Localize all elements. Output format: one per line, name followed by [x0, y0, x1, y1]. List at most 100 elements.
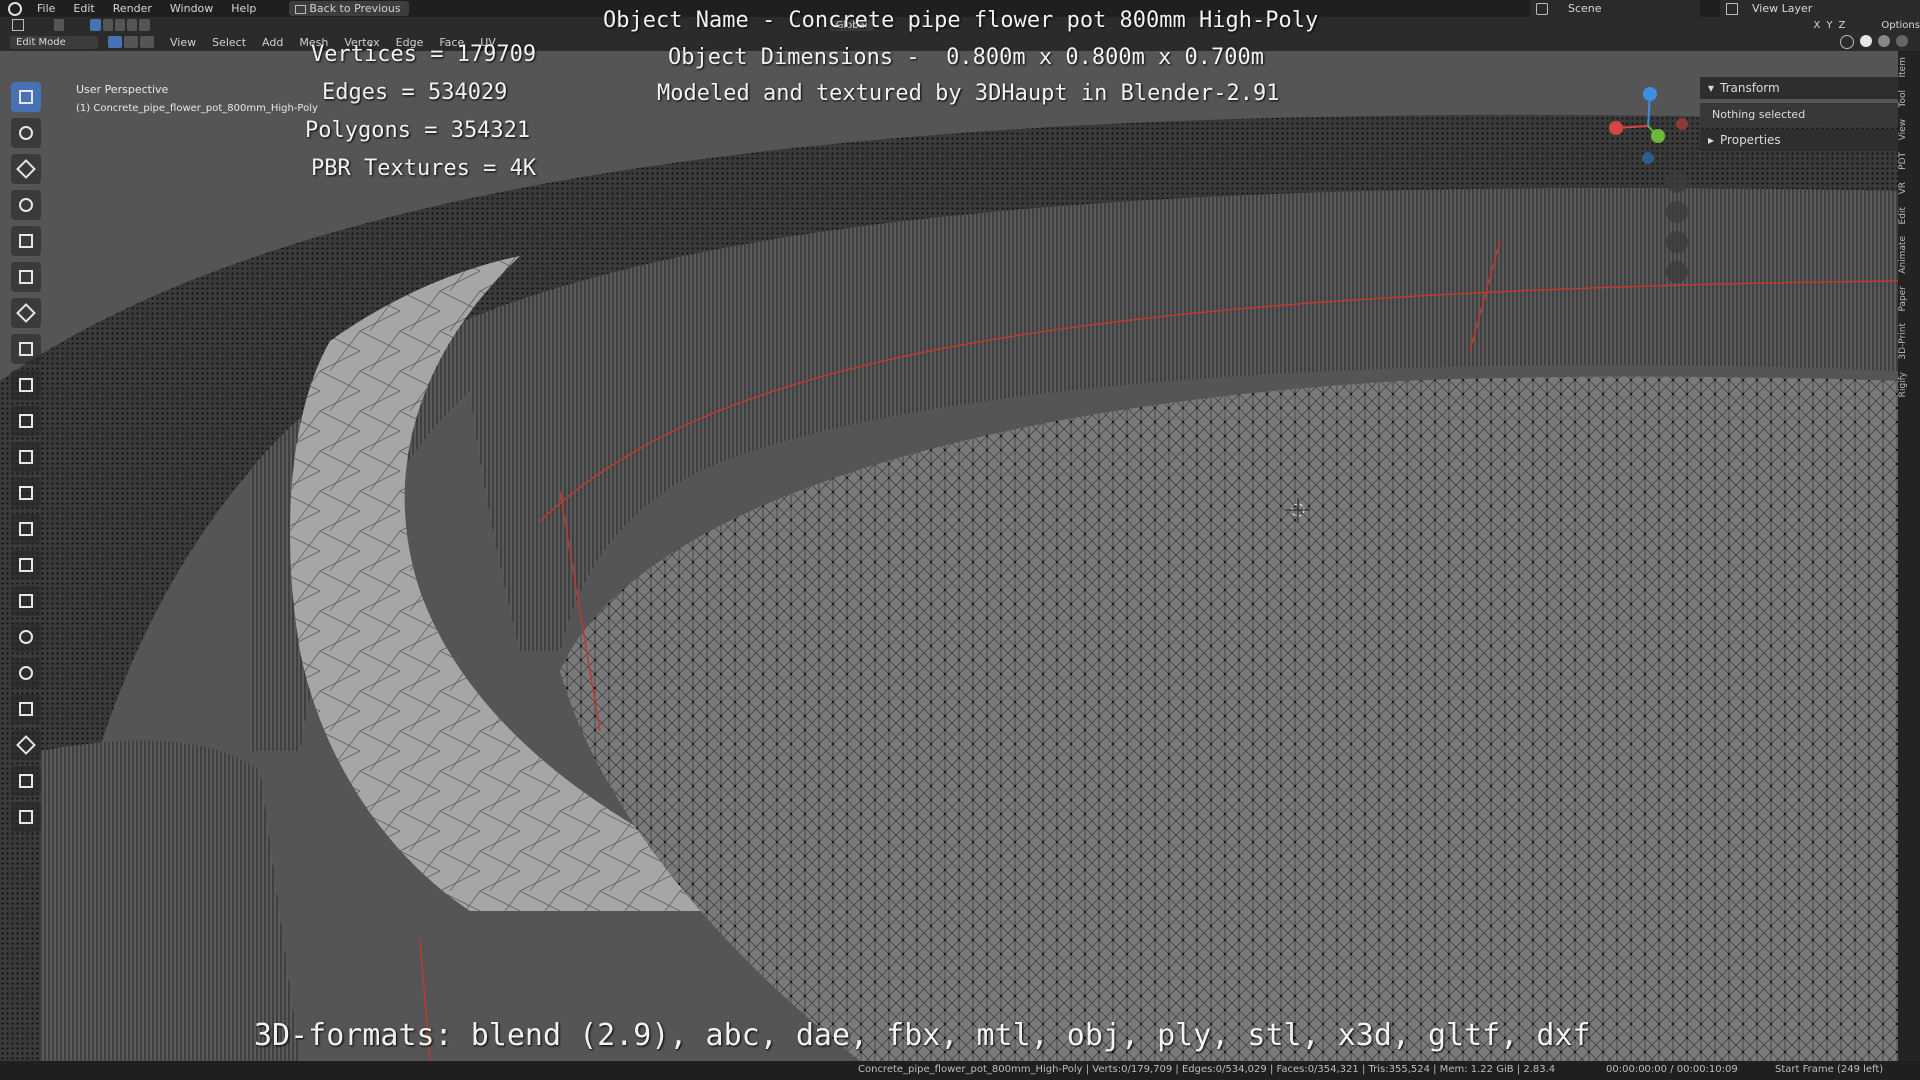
shrink-fatten-icon — [16, 735, 36, 755]
stats-textures: PBR Textures = 4K — [311, 156, 537, 181]
tab-edit[interactable]: Edit — [1898, 201, 1920, 230]
menu-add[interactable]: Add — [254, 36, 291, 49]
bevel-tool[interactable] — [11, 478, 41, 508]
stats-polygons: Polygons = 354321 — [305, 118, 531, 143]
options-dropdown[interactable]: Options — [1881, 20, 1920, 31]
edge-slide-icon — [19, 702, 33, 716]
tab-view[interactable]: View — [1898, 113, 1920, 146]
vertex-select-icon[interactable] — [108, 36, 122, 48]
camera-icon[interactable] — [1666, 231, 1688, 253]
overlay-icons[interactable] — [1840, 35, 1908, 49]
editor-type-icon[interactable] — [12, 19, 25, 31]
properties-label: Properties — [1720, 133, 1781, 147]
tab-rigify[interactable]: Rigify — [1898, 366, 1920, 403]
shading-solid-icon[interactable] — [1860, 35, 1872, 47]
sidebar-properties-panel: ▾ Transform Nothing selected ▸ Propertie… — [1700, 77, 1898, 165]
author-credit-title: Modeled and textured by 3DHaupt in Blend… — [657, 81, 1280, 106]
select-tool-icon[interactable] — [54, 19, 65, 31]
menu-window[interactable]: Window — [161, 2, 222, 15]
shear-tool[interactable] — [11, 766, 41, 796]
poly-build-tool[interactable] — [11, 586, 41, 616]
menu-render[interactable]: Render — [104, 2, 161, 15]
shading-wireframe-icon[interactable] — [1840, 35, 1854, 49]
smooth-tool[interactable] — [11, 658, 41, 688]
select-mode-extend-icon[interactable] — [102, 19, 113, 31]
menu-select[interactable]: Select — [204, 36, 254, 49]
transform-label: Transform — [1720, 81, 1780, 95]
sidebar-tabs: Item Tool View PDT VR Edit Animate Paper… — [1898, 51, 1920, 1061]
tab-animate[interactable]: Animate — [1898, 230, 1920, 280]
annotate-tool[interactable] — [11, 298, 41, 328]
inset-tool[interactable] — [11, 442, 41, 472]
select-mode-subtract-icon[interactable] — [114, 19, 126, 31]
spin-icon — [19, 630, 33, 644]
gizmo-neg-x-icon — [1676, 118, 1688, 130]
tab-item[interactable]: Item — [1898, 51, 1920, 84]
3d-viewport[interactable] — [0, 51, 1898, 1061]
view-layer-selector[interactable]: View Layer — [1720, 0, 1920, 17]
menu-edit[interactable]: Edit — [64, 2, 103, 15]
measure-tool[interactable] — [11, 334, 41, 364]
status-bar: Concrete_pipe_flower_pot_800mm_High-Poly… — [0, 1061, 1920, 1080]
left-toolbar — [8, 82, 44, 838]
stats-edges: Edges = 534029 — [322, 80, 508, 105]
chevron-right-icon: ▸ — [1708, 133, 1715, 147]
shading-material-icon[interactable] — [1878, 35, 1890, 47]
nothing-selected-label: Nothing selected — [1700, 103, 1898, 125]
scene-name: Scene — [1568, 2, 1602, 15]
navigation-gizmo[interactable] — [1606, 84, 1690, 168]
transform-panel-header[interactable]: ▾ Transform — [1700, 77, 1898, 99]
rotate-icon — [19, 198, 33, 212]
move-icon — [16, 159, 36, 179]
face-select-icon[interactable] — [140, 36, 154, 48]
extrude-tool[interactable] — [11, 406, 41, 436]
spin-tool[interactable] — [11, 622, 41, 652]
menu-help[interactable]: Help — [222, 2, 265, 15]
pan-hand-icon[interactable] — [1666, 201, 1688, 223]
mirror-z-toggle[interactable]: Z — [1839, 20, 1846, 31]
zoom-icon[interactable] — [1666, 171, 1688, 193]
rotate-tool[interactable] — [11, 190, 41, 220]
menu-view[interactable]: View — [162, 36, 204, 49]
back-to-previous-button[interactable]: Back to Previous — [289, 1, 409, 16]
select-mode-intersect-icon[interactable] — [139, 19, 150, 31]
properties-panel-header[interactable]: ▸ Properties — [1700, 129, 1898, 151]
shading-rendered-icon[interactable] — [1896, 35, 1908, 47]
tab-vr[interactable]: VR — [1898, 176, 1920, 200]
smooth-icon — [19, 666, 33, 680]
poly-build-icon — [19, 594, 33, 608]
gizmo-neg-z-icon — [1642, 152, 1654, 164]
select-box-tool[interactable] — [11, 82, 41, 112]
shrink-fatten-tool[interactable] — [11, 730, 41, 760]
scene-statistics: Concrete_pipe_flower_pot_800mm_High-Poly… — [858, 1064, 1556, 1075]
select-mode-invert-icon[interactable] — [127, 19, 138, 31]
add-cube-tool[interactable] — [11, 370, 41, 400]
knife-tool[interactable] — [11, 550, 41, 580]
edge-select-icon[interactable] — [124, 36, 138, 48]
mirror-y-toggle[interactable]: Y — [1826, 20, 1832, 31]
object-dimensions-title: Object Dimensions - 0.800m x 0.800m x 0.… — [668, 45, 1265, 70]
stats-vertices: Vertices = 179709 — [311, 42, 537, 67]
extrude-icon — [19, 414, 33, 428]
tab-tool[interactable]: Tool — [1898, 84, 1920, 113]
rip-tool[interactable] — [11, 802, 41, 832]
select-mode-new-icon[interactable] — [90, 19, 101, 31]
loop-cut-tool[interactable] — [11, 514, 41, 544]
mirror-x-toggle[interactable]: X — [1814, 20, 1821, 31]
cursor-arrow-icon — [19, 90, 33, 104]
transform-icon — [19, 270, 33, 284]
mode-dropdown[interactable]: Edit Mode — [10, 35, 98, 49]
tab-3d-print[interactable]: 3D-Print — [1898, 317, 1920, 366]
scale-tool[interactable] — [11, 226, 41, 256]
tab-pdt[interactable]: PDT — [1898, 146, 1920, 176]
cursor-tool[interactable] — [11, 118, 41, 148]
scene-selector[interactable]: Scene — [1530, 0, 1700, 17]
menu-file[interactable]: File — [28, 2, 64, 15]
move-tool[interactable] — [11, 154, 41, 184]
tab-paper[interactable]: Paper — [1898, 280, 1920, 318]
edge-slide-tool[interactable] — [11, 694, 41, 724]
transform-tool[interactable] — [11, 262, 41, 292]
scale-icon — [19, 234, 33, 248]
blender-logo-icon[interactable] — [8, 1, 22, 16]
grid-ortho-icon[interactable] — [1666, 261, 1688, 283]
